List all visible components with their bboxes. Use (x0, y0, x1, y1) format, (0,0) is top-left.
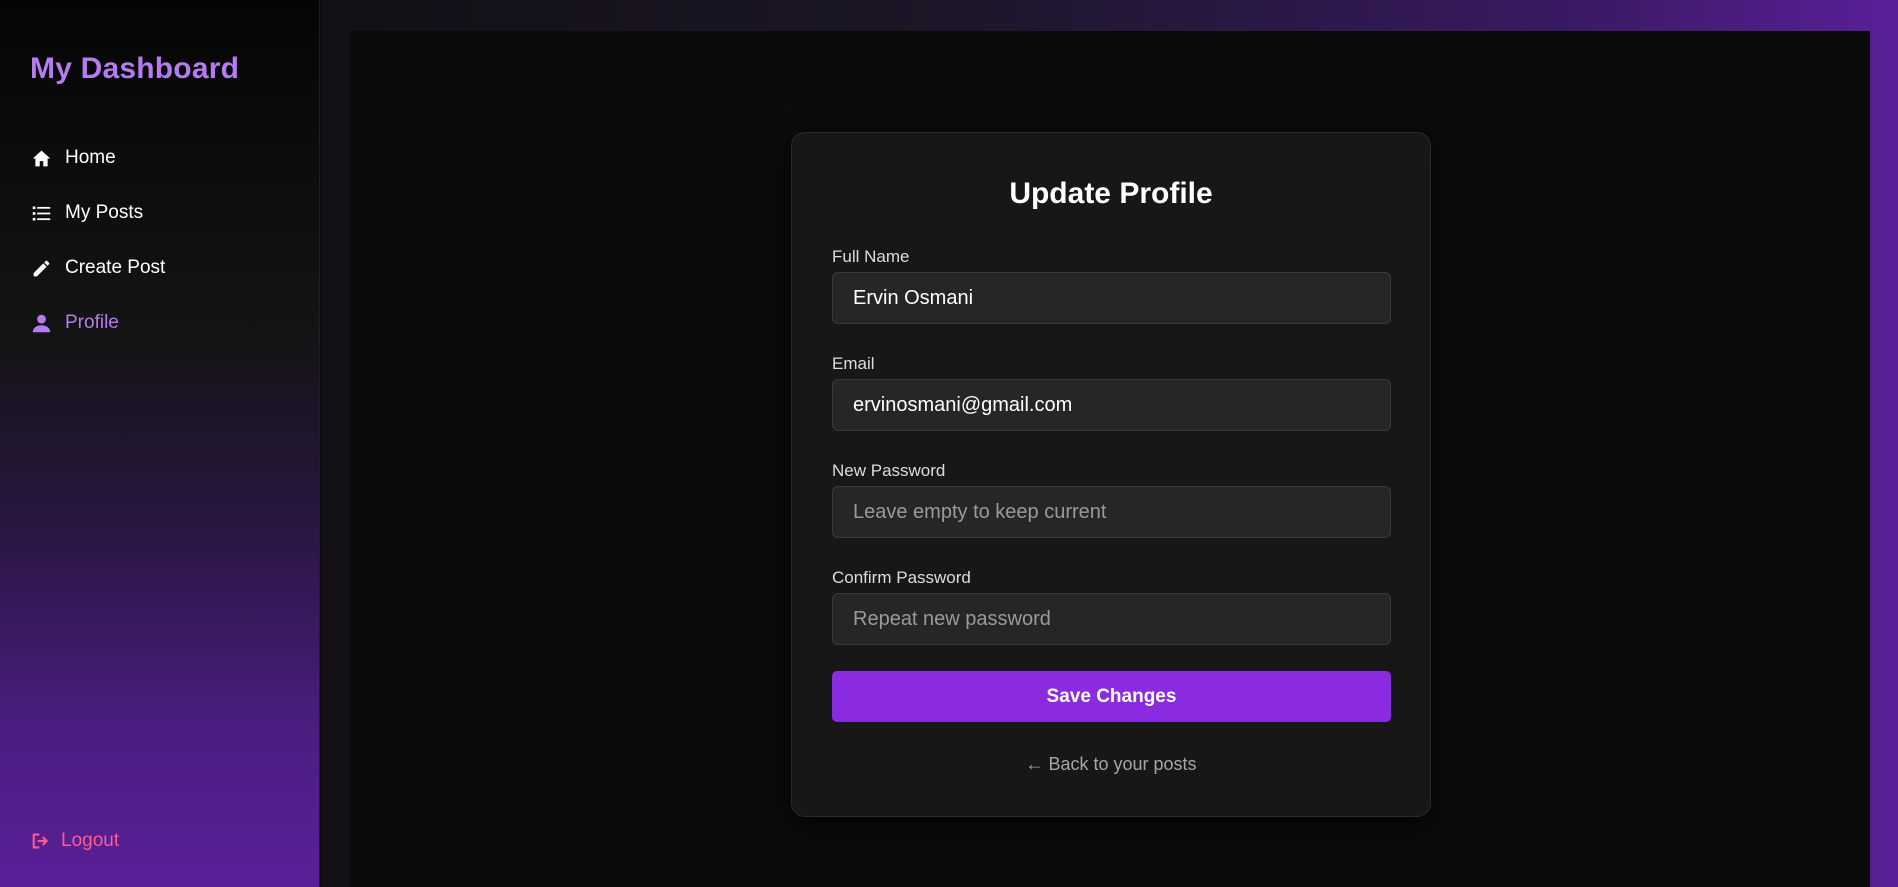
email-input[interactable] (832, 379, 1391, 431)
full-name-label: Full Name (832, 247, 910, 266)
email-label: Email (832, 354, 875, 373)
new-password-label: New Password (832, 461, 946, 480)
full-name-field: Full Name (832, 245, 1391, 324)
back-to-posts-link[interactable]: ← Back to your posts (792, 754, 1430, 775)
page-title: Update Profile (1009, 177, 1213, 210)
email-field: Email (832, 352, 1391, 431)
new-password-input[interactable] (832, 486, 1391, 538)
new-password-field: New Password (832, 459, 1391, 538)
sidebar-item-label: Home (65, 147, 116, 168)
confirm-password-label: Confirm Password (832, 568, 971, 587)
logout-icon (30, 830, 52, 852)
home-icon (30, 147, 52, 169)
confirm-password-field: Confirm Password (832, 566, 1391, 645)
sidebar-item-label: Profile (65, 312, 119, 333)
logout-label: Logout (61, 830, 120, 851)
sidebar: My Dashboard Home My Posts Create Post P… (0, 0, 320, 887)
app: My Dashboard Home My Posts Create Post P… (0, 0, 1898, 887)
confirm-password-input[interactable] (832, 593, 1391, 645)
sidebar-item-create-post[interactable]: Create Post (30, 250, 290, 286)
brand-title: My Dashboard (30, 52, 240, 85)
sidebar-item-my-posts[interactable]: My Posts (30, 195, 290, 231)
save-changes-button[interactable]: Save Changes (832, 671, 1391, 722)
sidebar-item-label: My Posts (65, 202, 144, 223)
list-icon (30, 202, 52, 224)
sidebar-item-home[interactable]: Home (30, 140, 290, 176)
full-name-input[interactable] (832, 272, 1391, 324)
pencil-icon (30, 257, 52, 279)
sidebar-item-profile[interactable]: Profile (30, 305, 290, 341)
logout-button[interactable]: Logout (30, 830, 119, 852)
user-icon (30, 312, 52, 334)
sidebar-item-label: Create Post (65, 257, 166, 278)
update-profile-card: Update Profile Full Name Email New Passw… (791, 132, 1431, 817)
sidebar-nav: Home My Posts Create Post Profile (30, 140, 290, 360)
